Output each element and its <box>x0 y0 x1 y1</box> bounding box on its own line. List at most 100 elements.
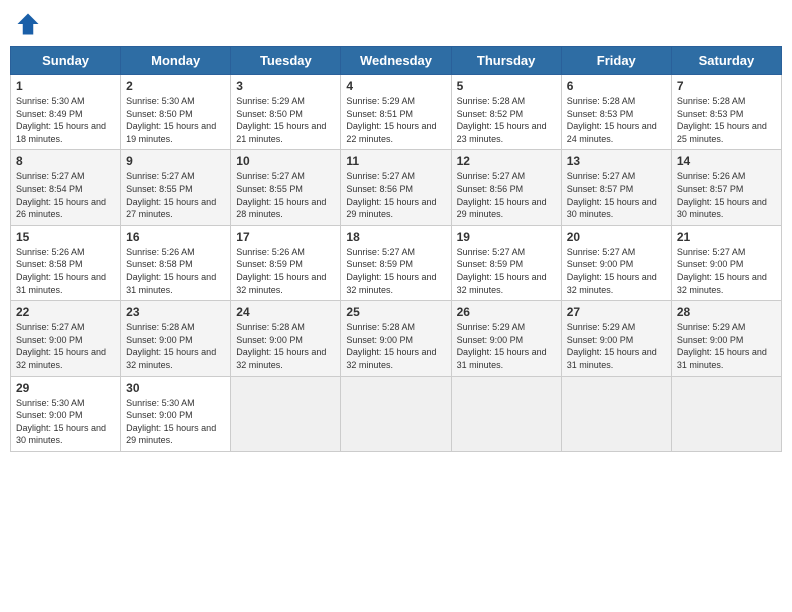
day-number: 27 <box>567 305 666 319</box>
day-number: 20 <box>567 230 666 244</box>
day-info: Sunrise: 5:28 AMSunset: 9:00 PMDaylight:… <box>346 321 445 371</box>
day-number: 18 <box>346 230 445 244</box>
day-info: Sunrise: 5:28 AMSunset: 9:00 PMDaylight:… <box>236 321 335 371</box>
calendar-header-row: SundayMondayTuesdayWednesdayThursdayFrid… <box>11 47 782 75</box>
col-header-friday: Friday <box>561 47 671 75</box>
calendar-cell: 22 Sunrise: 5:27 AMSunset: 9:00 PMDayligh… <box>11 301 121 376</box>
logo-icon <box>14 10 42 38</box>
calendar-cell <box>341 376 451 451</box>
day-info: Sunrise: 5:30 AMSunset: 8:49 PMDaylight:… <box>16 95 115 145</box>
calendar-cell: 11 Sunrise: 5:27 AMSunset: 8:56 PMDayligh… <box>341 150 451 225</box>
day-number: 3 <box>236 79 335 93</box>
calendar-cell: 23 Sunrise: 5:28 AMSunset: 9:00 PMDayligh… <box>121 301 231 376</box>
day-info: Sunrise: 5:27 AMSunset: 8:59 PMDaylight:… <box>346 246 445 296</box>
calendar-cell: 21Sunrise: 5:27 AMSunset: 9:00 PMDayligh… <box>671 225 781 300</box>
day-number: 26 <box>457 305 556 319</box>
calendar-cell: 2Sunrise: 5:30 AMSunset: 8:50 PMDaylight… <box>121 75 231 150</box>
calendar-cell <box>561 376 671 451</box>
day-number: 29 <box>16 381 115 395</box>
day-number: 21 <box>677 230 776 244</box>
calendar-week-5: 29 Sunrise: 5:30 AMSunset: 9:00 PMDayligh… <box>11 376 782 451</box>
calendar-cell: 29 Sunrise: 5:30 AMSunset: 9:00 PMDayligh… <box>11 376 121 451</box>
calendar-cell: 4 Sunrise: 5:29 AMSunset: 8:51 PMDaylight… <box>341 75 451 150</box>
day-number: 10 <box>236 154 335 168</box>
day-info: Sunrise: 5:28 AMSunset: 8:53 PMDaylight:… <box>567 95 666 145</box>
calendar-cell <box>231 376 341 451</box>
day-number: 28 <box>677 305 776 319</box>
day-number: 19 <box>457 230 556 244</box>
calendar-cell: 10 Sunrise: 5:27 AMSunset: 8:55 PMDayligh… <box>231 150 341 225</box>
calendar-cell: 14 Sunrise: 5:26 AMSunset: 8:57 PMDayligh… <box>671 150 781 225</box>
calendar-cell: 1 Sunrise: 5:30 AMSunset: 8:49 PMDaylight… <box>11 75 121 150</box>
day-info: Sunrise: 5:27 AMSunset: 8:57 PMDaylight:… <box>567 170 666 220</box>
col-header-monday: Monday <box>121 47 231 75</box>
page-header <box>10 10 782 38</box>
day-info: Sunrise: 5:27 AMSunset: 8:55 PMDaylight:… <box>126 170 225 220</box>
calendar-cell: 30Sunrise: 5:30 AMSunset: 9:00 PMDayligh… <box>121 376 231 451</box>
col-header-wednesday: Wednesday <box>341 47 451 75</box>
calendar-week-3: 15 Sunrise: 5:26 AMSunset: 8:58 PMDayligh… <box>11 225 782 300</box>
day-number: 17 <box>236 230 335 244</box>
calendar-cell: 27 Sunrise: 5:29 AMSunset: 9:00 PMDayligh… <box>561 301 671 376</box>
calendar-week-2: 8 Sunrise: 5:27 AMSunset: 8:54 PMDaylight… <box>11 150 782 225</box>
day-number: 5 <box>457 79 556 93</box>
day-number: 24 <box>236 305 335 319</box>
day-info: Sunrise: 5:28 AMSunset: 9:00 PMDaylight:… <box>126 321 225 371</box>
day-info: Sunrise: 5:27 AMSunset: 8:55 PMDaylight:… <box>236 170 335 220</box>
day-number: 8 <box>16 154 115 168</box>
day-number: 15 <box>16 230 115 244</box>
day-info: Sunrise: 5:26 AMSunset: 8:58 PMDaylight:… <box>16 246 115 296</box>
calendar-cell: 3 Sunrise: 5:29 AMSunset: 8:50 PMDaylight… <box>231 75 341 150</box>
calendar-cell: 5 Sunrise: 5:28 AMSunset: 8:52 PMDaylight… <box>451 75 561 150</box>
col-header-saturday: Saturday <box>671 47 781 75</box>
day-number: 1 <box>16 79 115 93</box>
day-info: Sunrise: 5:26 AMSunset: 8:57 PMDaylight:… <box>677 170 776 220</box>
calendar-cell: 18 Sunrise: 5:27 AMSunset: 8:59 PMDayligh… <box>341 225 451 300</box>
day-info: Sunrise: 5:29 AMSunset: 8:51 PMDaylight:… <box>346 95 445 145</box>
col-header-sunday: Sunday <box>11 47 121 75</box>
calendar-cell: 6 Sunrise: 5:28 AMSunset: 8:53 PMDaylight… <box>561 75 671 150</box>
calendar-cell: 25 Sunrise: 5:28 AMSunset: 9:00 PMDayligh… <box>341 301 451 376</box>
calendar-cell: 9 Sunrise: 5:27 AMSunset: 8:55 PMDaylight… <box>121 150 231 225</box>
day-number: 30 <box>126 381 225 395</box>
day-info: Sunrise: 5:26 AMSunset: 8:59 PMDaylight:… <box>236 246 335 296</box>
day-number: 23 <box>126 305 225 319</box>
calendar-cell <box>451 376 561 451</box>
day-info: Sunrise: 5:27 AMSunset: 8:56 PMDaylight:… <box>346 170 445 220</box>
day-number: 25 <box>346 305 445 319</box>
calendar-cell: 26 Sunrise: 5:29 AMSunset: 9:00 PMDayligh… <box>451 301 561 376</box>
calendar-cell: 17 Sunrise: 5:26 AMSunset: 8:59 PMDayligh… <box>231 225 341 300</box>
day-number: 14 <box>677 154 776 168</box>
day-info: Sunrise: 5:27 AMSunset: 8:54 PMDaylight:… <box>16 170 115 220</box>
col-header-thursday: Thursday <box>451 47 561 75</box>
calendar-cell: 8 Sunrise: 5:27 AMSunset: 8:54 PMDaylight… <box>11 150 121 225</box>
col-header-tuesday: Tuesday <box>231 47 341 75</box>
day-info: Sunrise: 5:26 AMSunset: 8:58 PMDaylight:… <box>126 246 225 296</box>
day-number: 13 <box>567 154 666 168</box>
calendar-cell: 20Sunrise: 5:27 AMSunset: 9:00 PMDayligh… <box>561 225 671 300</box>
day-info: Sunrise: 5:29 AMSunset: 9:00 PMDaylight:… <box>677 321 776 371</box>
calendar-week-1: 1 Sunrise: 5:30 AMSunset: 8:49 PMDaylight… <box>11 75 782 150</box>
day-number: 11 <box>346 154 445 168</box>
day-number: 12 <box>457 154 556 168</box>
calendar-table: SundayMondayTuesdayWednesdayThursdayFrid… <box>10 46 782 452</box>
day-info: Sunrise: 5:29 AMSunset: 8:50 PMDaylight:… <box>236 95 335 145</box>
day-number: 9 <box>126 154 225 168</box>
calendar-cell: 7Sunrise: 5:28 AMSunset: 8:53 PMDaylight… <box>671 75 781 150</box>
calendar-cell: 15 Sunrise: 5:26 AMSunset: 8:58 PMDayligh… <box>11 225 121 300</box>
calendar-cell: 12Sunrise: 5:27 AMSunset: 8:56 PMDayligh… <box>451 150 561 225</box>
calendar-cell: 16Sunrise: 5:26 AMSunset: 8:58 PMDayligh… <box>121 225 231 300</box>
day-info: Sunrise: 5:30 AMSunset: 8:50 PMDaylight:… <box>126 95 225 145</box>
logo <box>14 10 46 38</box>
calendar-cell: 19Sunrise: 5:27 AMSunset: 8:59 PMDayligh… <box>451 225 561 300</box>
day-number: 6 <box>567 79 666 93</box>
calendar-cell <box>671 376 781 451</box>
day-info: Sunrise: 5:28 AMSunset: 8:52 PMDaylight:… <box>457 95 556 145</box>
day-info: Sunrise: 5:29 AMSunset: 9:00 PMDaylight:… <box>567 321 666 371</box>
day-number: 4 <box>346 79 445 93</box>
day-info: Sunrise: 5:27 AMSunset: 9:00 PMDaylight:… <box>16 321 115 371</box>
day-info: Sunrise: 5:30 AMSunset: 9:00 PMDaylight:… <box>16 397 115 447</box>
day-info: Sunrise: 5:29 AMSunset: 9:00 PMDaylight:… <box>457 321 556 371</box>
day-number: 22 <box>16 305 115 319</box>
calendar-cell: 28 Sunrise: 5:29 AMSunset: 9:00 PMDayligh… <box>671 301 781 376</box>
